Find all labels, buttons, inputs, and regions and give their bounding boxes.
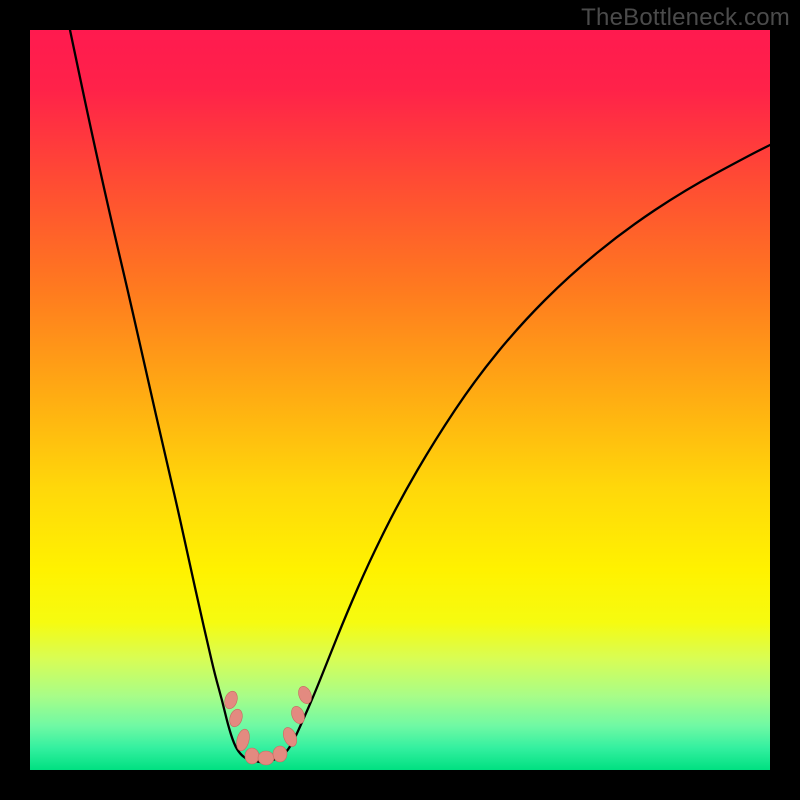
outer-frame: TheBottleneck.com: [0, 0, 800, 800]
watermark-text: TheBottleneck.com: [581, 4, 790, 32]
plot-area: [30, 30, 770, 770]
gradient-background: [30, 30, 770, 770]
bottom-marker-a: [245, 748, 259, 764]
bottom-marker-b: [258, 751, 274, 765]
bottom-marker-c: [273, 746, 287, 762]
chart-svg: [30, 30, 770, 770]
